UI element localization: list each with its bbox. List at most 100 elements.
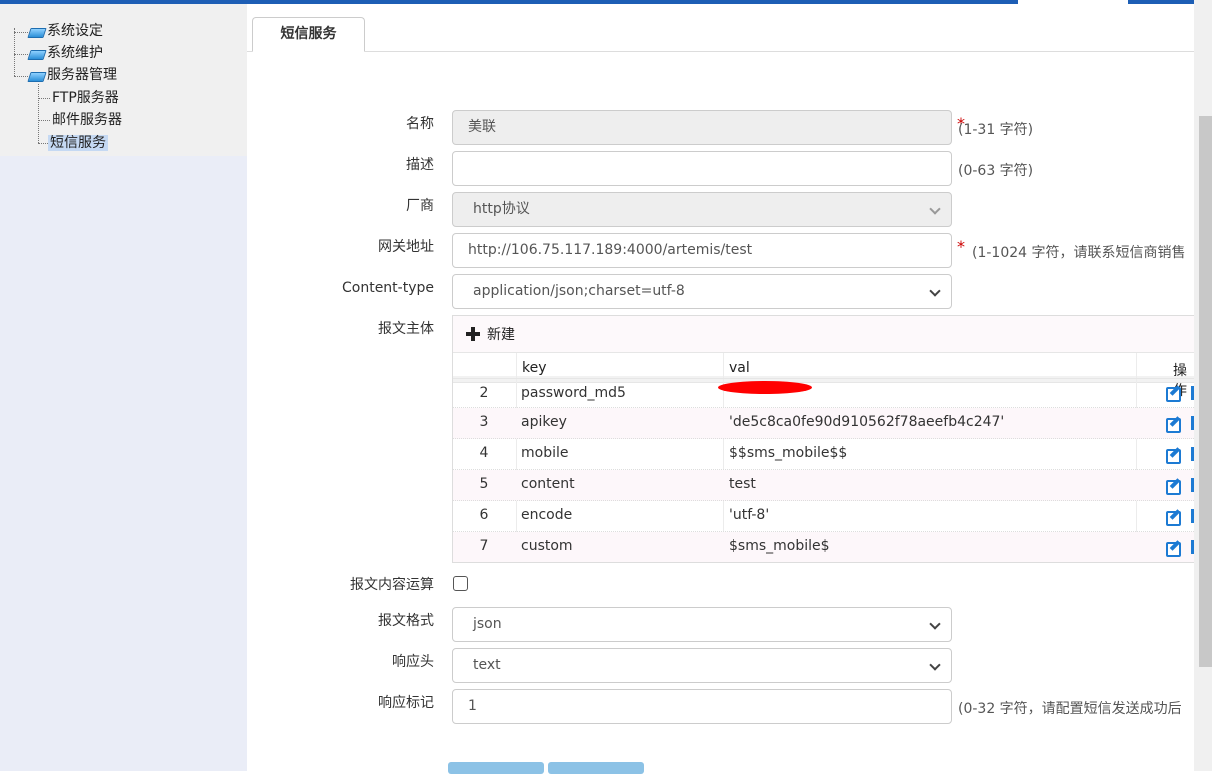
- redaction-mark: [718, 381, 812, 394]
- sidebar-item-server-management[interactable]: 服务器管理: [28, 64, 119, 86]
- edit-icon[interactable]: [1166, 416, 1182, 433]
- required-marker: *: [957, 237, 965, 256]
- content-type-label: Content-type: [341, 280, 434, 296]
- row-index: 2: [479, 385, 489, 401]
- gateway-hint: (1-1024 字符，请联系短信商销售: [972, 245, 1186, 261]
- tab-sms-service[interactable]: 短信服务: [252, 17, 365, 52]
- sidebar: 系统设定 系统维护 服务器管理 FTP服务器 邮件服务器 短信服务: [0, 4, 247, 771]
- vendor-select[interactable]: http协议: [452, 192, 952, 227]
- edit-icon[interactable]: [1166, 509, 1182, 526]
- gateway-field[interactable]: http://106.75.117.189:4000/artemis/test: [452, 233, 952, 268]
- content-type-select[interactable]: application/json;charset=utf-8: [452, 274, 952, 309]
- tab-bar: 短信服务: [247, 17, 1194, 52]
- sidebar-item-mail-server[interactable]: 邮件服务器: [50, 109, 124, 131]
- new-row-label: 新建: [487, 327, 515, 343]
- tree-connector: [38, 84, 39, 143]
- resp-header-label: 响应头: [392, 654, 434, 670]
- format-label: 报文格式: [378, 613, 434, 629]
- row-index: 4: [479, 445, 489, 461]
- sidebar-item-label: 邮件服务器: [52, 112, 122, 128]
- folder-icon: [28, 70, 44, 81]
- row-key: mobile: [521, 445, 569, 461]
- body-label: 报文主体: [378, 321, 434, 337]
- column-header-val[interactable]: val: [729, 360, 750, 376]
- main-content: 短信服务 名称 美联 * (1-31 字符) 描述 (0-63 字符) 厂商 h…: [247, 4, 1194, 771]
- sidebar-item-system-maintenance[interactable]: 系统维护: [28, 42, 105, 64]
- vendor-label: 厂商: [406, 198, 434, 214]
- chevron-down-icon: [929, 285, 941, 297]
- format-select[interactable]: json: [452, 607, 952, 642]
- table-row[interactable]: 5 content test: [453, 470, 1194, 501]
- row-val: 'utf-8': [729, 507, 770, 523]
- resp-flag-field[interactable]: 1: [452, 689, 952, 724]
- name-value: 美联: [468, 119, 496, 135]
- sidebar-item-system-settings[interactable]: 系统设定: [28, 20, 105, 42]
- sidebar-item-label: FTP服务器: [52, 90, 119, 106]
- sidebar-item-label: 服务器管理: [47, 67, 117, 83]
- table-row[interactable]: 7 custom $sms_mobile$: [453, 532, 1194, 562]
- row-val: $sms_mobile$: [729, 538, 830, 554]
- row-val: $$sms_mobile$$: [729, 445, 848, 461]
- edit-icon[interactable]: [1166, 478, 1182, 495]
- tree-connector: [38, 120, 50, 121]
- row-val: test: [729, 476, 756, 492]
- format-value: json: [473, 616, 502, 632]
- edit-icon[interactable]: [1166, 385, 1182, 402]
- row-index: 7: [479, 538, 489, 554]
- body-table-panel: 新建 key val 操作 2 password_md5 3 apikey 'd…: [452, 315, 1194, 563]
- sidebar-item-sms-service[interactable]: 短信服务: [48, 132, 108, 154]
- sidebar-item-label: 短信服务: [48, 135, 108, 151]
- resp-flag-label: 响应标记: [378, 695, 434, 711]
- plus-icon: [466, 327, 480, 341]
- calc-label: 报文内容运算: [350, 577, 434, 593]
- row-index: 3: [479, 414, 489, 430]
- row-key: content: [521, 476, 575, 492]
- table-row[interactable]: 2 password_md5: [453, 378, 1194, 408]
- new-row-button[interactable]: 新建: [453, 316, 543, 353]
- row-key: custom: [521, 538, 573, 554]
- table-row[interactable]: 3 apikey 'de5c8ca0fe90d910562f78aeefb4c2…: [453, 408, 1194, 439]
- cancel-button[interactable]: [548, 762, 644, 774]
- name-hint: (1-31 字符): [958, 122, 1034, 138]
- row-key: apikey: [521, 414, 567, 430]
- scrollbar-thumb[interactable]: [1199, 116, 1212, 667]
- tree-connector: [14, 76, 28, 77]
- row-index: 6: [479, 507, 489, 523]
- resp-header-select[interactable]: text: [452, 648, 952, 683]
- tree-connector: [14, 54, 28, 55]
- resp-flag-value: 1: [468, 698, 477, 714]
- row-val: 'de5c8ca0fe90d910562f78aeefb4c247': [729, 414, 1005, 430]
- sidebar-item-label: 系统设定: [47, 23, 103, 39]
- edit-icon[interactable]: [1166, 540, 1182, 557]
- calc-checkbox[interactable]: [453, 576, 468, 591]
- sidebar-tree: 系统设定 系统维护 服务器管理 FTP服务器 邮件服务器 短信服务: [0, 4, 247, 156]
- content-type-value: application/json;charset=utf-8: [473, 283, 685, 299]
- table-row[interactable]: 6 encode 'utf-8': [453, 501, 1194, 532]
- gateway-label: 网关地址: [378, 239, 434, 255]
- row-key: encode: [521, 507, 573, 523]
- sidebar-item-label: 系统维护: [47, 45, 103, 61]
- tree-connector: [14, 32, 28, 33]
- folder-icon: [28, 26, 44, 37]
- vendor-value: http协议: [473, 201, 530, 217]
- table-row[interactable]: 4 mobile $$sms_mobile$$: [453, 439, 1194, 470]
- desc-field[interactable]: [452, 151, 952, 186]
- sidebar-item-ftp-server[interactable]: FTP服务器: [50, 87, 121, 109]
- row-key: password_md5: [521, 385, 626, 401]
- desc-hint: (0-63 字符): [958, 163, 1034, 179]
- resp-header-value: text: [473, 657, 501, 673]
- name-label: 名称: [406, 116, 434, 132]
- table-toolbar: 新建: [453, 316, 1194, 353]
- column-header-key[interactable]: key: [522, 360, 547, 376]
- tree-connector: [14, 28, 15, 76]
- desc-label: 描述: [406, 157, 434, 173]
- tree-connector: [38, 98, 50, 99]
- resp-flag-hint: (0-32 字符，请配置短信发送成功后: [958, 701, 1182, 717]
- edit-icon[interactable]: [1166, 447, 1182, 464]
- gateway-value: http://106.75.117.189:4000/artemis/test: [468, 242, 753, 258]
- save-button[interactable]: [448, 762, 544, 774]
- name-field[interactable]: 美联: [452, 110, 952, 145]
- chevron-down-icon: [929, 659, 941, 671]
- folder-icon: [28, 48, 44, 59]
- chevron-down-icon: [929, 203, 941, 215]
